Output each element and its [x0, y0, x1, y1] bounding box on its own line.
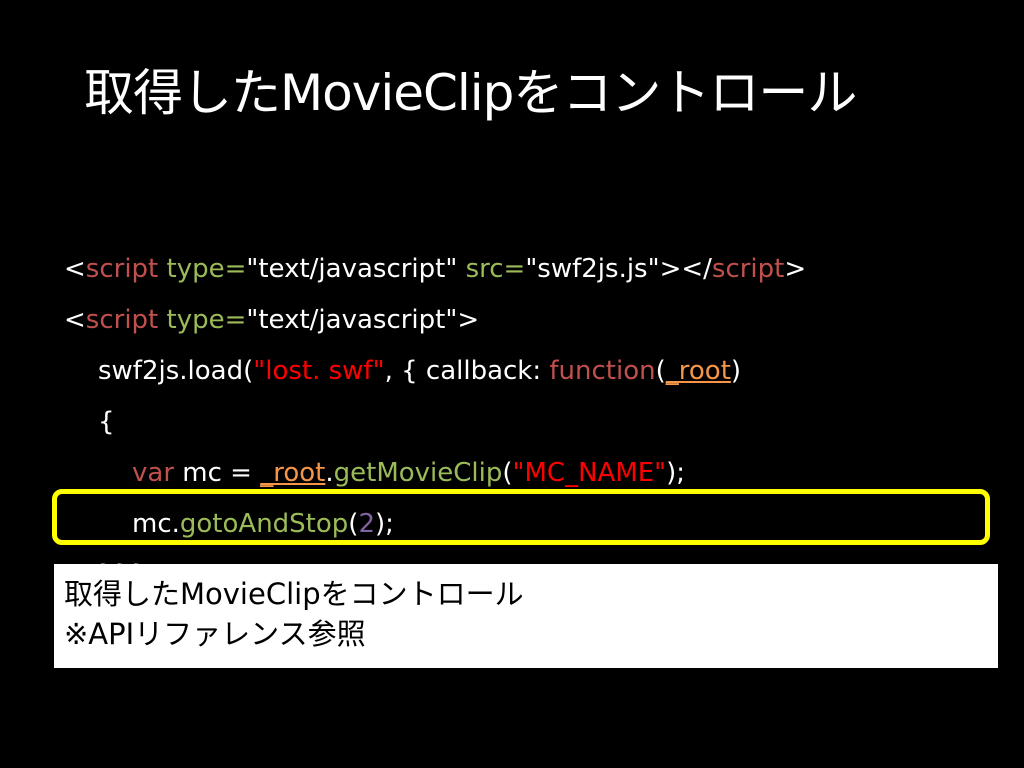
code-token-argument: _root — [260, 458, 326, 488]
code-token: mc = — [174, 458, 261, 488]
code-token: , { callback: — [384, 356, 550, 386]
callout-line-1: 取得したMovieClipをコントロール — [64, 577, 524, 611]
code-line-4: { — [64, 397, 1004, 448]
code-token: < — [64, 254, 86, 284]
code-token: ) — [730, 356, 742, 386]
code-token-string: "lost. swf" — [253, 356, 385, 386]
code-line-3: swf2js.load("lost. swf", { callback: fun… — [64, 346, 1004, 397]
code-token-attribute: type= — [166, 305, 247, 335]
code-token-attribute: src= — [465, 254, 526, 284]
code-token-tag: script — [85, 254, 159, 284]
callout-box: 取得したMovieClipをコントロール ※APIリファレンス参照 — [54, 564, 998, 668]
code-token: ></ — [659, 254, 712, 284]
code-token-string: "MC_NAME" — [512, 458, 667, 488]
callout-line-2: ※APIリファレンス参照 — [64, 617, 366, 651]
code-token-keyword: function — [549, 356, 656, 386]
code-token: ( — [655, 356, 666, 386]
code-line-2: <script type="text/javascript"> — [64, 295, 1004, 346]
slide-title: 取得したMovieClipをコントロール — [84, 64, 857, 122]
code-token: > — [784, 254, 807, 284]
code-token-value: "text/javascript" — [246, 305, 458, 335]
code-token: { — [98, 407, 115, 437]
code-token: > — [457, 305, 480, 335]
code-line-1: <script type="text/javascript" src="swf2… — [64, 244, 1004, 295]
code-token-value: "text/javascript" — [246, 254, 458, 284]
code-token-keyword: var — [132, 458, 175, 488]
code-token: ( — [502, 458, 513, 488]
code-token-tag: script — [85, 305, 159, 335]
highlight-box — [52, 489, 990, 545]
code-token-argument: _root — [665, 356, 731, 386]
code-token-attribute: type= — [166, 254, 247, 284]
code-token: < — [64, 305, 86, 335]
code-token: . — [325, 458, 334, 488]
code-token: ); — [666, 458, 686, 488]
code-block: <script type="text/javascript" src="swf2… — [64, 244, 1004, 601]
code-token: swf2js.load( — [98, 356, 254, 386]
code-token-tag: script — [711, 254, 785, 284]
code-token-method: getMovieClip — [333, 458, 503, 488]
code-token-value: "swf2js.js" — [525, 254, 660, 284]
